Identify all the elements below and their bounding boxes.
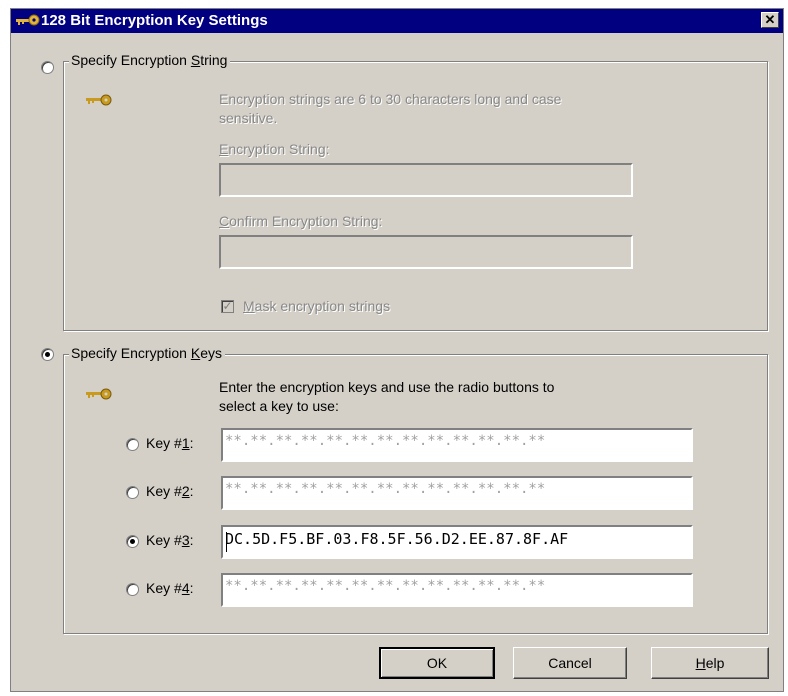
specify-string-radio[interactable] [41,61,54,74]
key-1-label: Key #1: [146,435,194,451]
keys-description-line1: Enter the encryption keys and use the ra… [219,379,555,395]
key-3-input[interactable]: DC.5D.F5.BF.03.F8.5F.56.D2.EE.87.8F.AF [221,525,693,559]
mask-strings-checkbox[interactable]: ✓ [221,300,234,313]
ok-button[interactable]: OK [379,647,495,679]
key-2-label: Key #2: [146,483,194,499]
keys-description-line2: select a key to use: [219,398,339,414]
key-4-input[interactable]: **.**.**.**.**.**.**.**.**.**.**.**.** [221,573,693,607]
confirm-string-label: Confirm Encryption String: [219,213,383,229]
window-title: 128 Bit Encryption Key Settings [41,12,268,29]
radio-dot [45,352,50,357]
mask-strings-label: Mask encryption strings [243,298,391,314]
key-1-input[interactable]: **.**.**.**.**.**.**.**.**.**.**.**.** [221,428,693,462]
key-3-radio[interactable] [126,535,139,548]
dialog-window: 128 Bit Encryption Key Settings ✕ Specif… [10,8,784,692]
encryption-string-label: Encryption String: [219,141,330,157]
encryption-string-input[interactable] [219,163,633,197]
cancel-button[interactable]: Cancel [513,647,627,679]
encryption-string-group-title: Specify Encryption String [69,52,231,68]
key-4-label: Key #4: [146,580,194,596]
key-2-radio[interactable] [126,486,139,499]
key-1-radio[interactable] [126,438,139,451]
title-bar[interactable]: 128 Bit Encryption Key Settings ✕ [11,9,783,33]
string-description-line2: sensitive. [219,110,278,126]
close-button[interactable]: ✕ [761,12,779,28]
key-icon [85,93,113,110]
radio-dot [130,539,135,544]
key-4-radio[interactable] [126,583,139,596]
specify-keys-radio[interactable] [41,348,54,361]
confirm-string-input[interactable] [219,235,633,269]
key-icon [85,387,113,404]
key-3-label: Key #3: [146,532,194,548]
string-description-line1: Encryption strings are 6 to 30 character… [219,91,562,107]
encryption-keys-group-title: Specify Encryption Keys [69,345,225,361]
text-caret [226,532,227,552]
key-icon [15,12,41,32]
help-button[interactable]: Help [651,647,769,679]
key-2-input[interactable]: **.**.**.**.**.**.**.**.**.**.**.**.** [221,476,693,510]
